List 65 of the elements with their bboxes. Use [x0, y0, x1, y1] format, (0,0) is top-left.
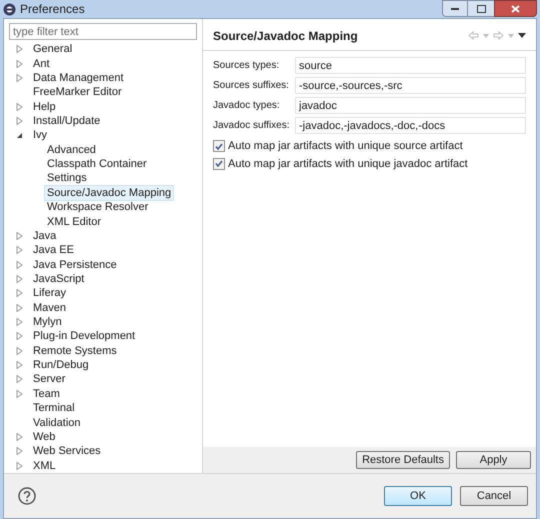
tree-item[interactable]: Team [30, 386, 63, 402]
back-arrow-icon[interactable] [468, 31, 479, 40]
tree-item[interactable]: Liferay [30, 285, 70, 302]
dialog-button[interactable]: Cancel [460, 486, 528, 506]
tree-item[interactable]: Validation [30, 414, 84, 431]
tree-item[interactable]: Install/Update [30, 112, 104, 129]
tree-item[interactable]: FreeMarker Editor [30, 84, 125, 100]
checkbox[interactable] [213, 140, 225, 152]
tree-item[interactable]: Ant [30, 56, 53, 72]
forward-arrow-icon[interactable] [493, 31, 504, 40]
tree-item[interactable]: XML [30, 458, 59, 474]
tree-item[interactable]: Mylyn [30, 314, 65, 330]
field-label: Sources types: [213, 59, 280, 73]
tree-item[interactable]: Java [30, 228, 60, 244]
checkbox-label: Auto map jar artifacts with unique source artifact [228, 139, 463, 154]
check-icon [215, 142, 223, 150]
close-icon [511, 4, 520, 12]
tree-item[interactable]: XML Editor [44, 214, 104, 230]
page-button[interactable]: Restore Defaults [356, 450, 450, 469]
help-icon[interactable] [18, 486, 36, 505]
view-menu-icon[interactable] [518, 33, 526, 38]
page-title: Source/Javadoc Mapping [213, 28, 358, 44]
tree-item[interactable]: Web Services [30, 443, 104, 460]
tree-item[interactable]: Run/Debug [30, 357, 92, 374]
maximize-button[interactable] [468, 0, 494, 17]
checkbox-label: Auto map jar artifacts with unique javadoc artifact [228, 156, 468, 172]
tree-item[interactable]: Plug-in Development [30, 328, 138, 344]
page-button[interactable]: Apply [456, 450, 531, 469]
dropdown-icon[interactable] [508, 34, 514, 38]
checkbox[interactable] [213, 158, 225, 170]
check-icon [215, 160, 223, 168]
maximize-icon [476, 4, 486, 12]
tree-item[interactable]: Terminal [30, 400, 78, 416]
dropdown-icon[interactable] [483, 34, 489, 38]
tree-item[interactable]: Source/Javadoc Mapping [44, 184, 174, 201]
tree-item[interactable]: Web [30, 428, 58, 445]
minimize-icon [451, 7, 459, 10]
dialog-button[interactable]: OK [384, 486, 452, 506]
tree-item[interactable]: Java Persistence [30, 256, 120, 273]
field-label: Sources suffixes: [213, 79, 290, 93]
tree-item[interactable]: General [30, 41, 76, 58]
minimize-button[interactable] [442, 0, 468, 17]
tree-item[interactable]: Data Management [30, 70, 126, 86]
tree-item[interactable]: Server [30, 371, 68, 388]
tree-item[interactable]: Java EE [30, 242, 77, 258]
tree-item[interactable]: Settings [44, 170, 90, 186]
tree-item[interactable]: Remote Systems [30, 342, 120, 359]
field-label: Javadoc types: [213, 99, 281, 113]
tree-item[interactable]: JavaScript [30, 270, 88, 287]
tree-item[interactable]: Ivy [30, 127, 50, 144]
tree-item[interactable]: Advanced [44, 142, 99, 158]
tree-item[interactable]: Workspace Resolver [44, 199, 152, 216]
tree-item[interactable]: Maven [30, 300, 70, 316]
text-field[interactable]: -javadoc,-javadocs,-doc,-docs [295, 117, 526, 134]
text-field[interactable]: source [295, 57, 526, 74]
window-title: Preferences [20, 1, 85, 18]
text-field[interactable]: -source,-sources,-src [295, 77, 526, 94]
close-button[interactable] [494, 0, 537, 17]
tree-item[interactable]: Classpath Container [44, 156, 150, 172]
expanded-triangle-icon[interactable] [16, 132, 23, 139]
tree-item[interactable]: Help [30, 98, 59, 115]
field-label: Javadoc suffixes: [213, 119, 291, 133]
app-icon [3, 2, 16, 16]
text-field[interactable]: javadoc [295, 97, 526, 114]
filter-field[interactable]: type filter text [9, 23, 197, 40]
